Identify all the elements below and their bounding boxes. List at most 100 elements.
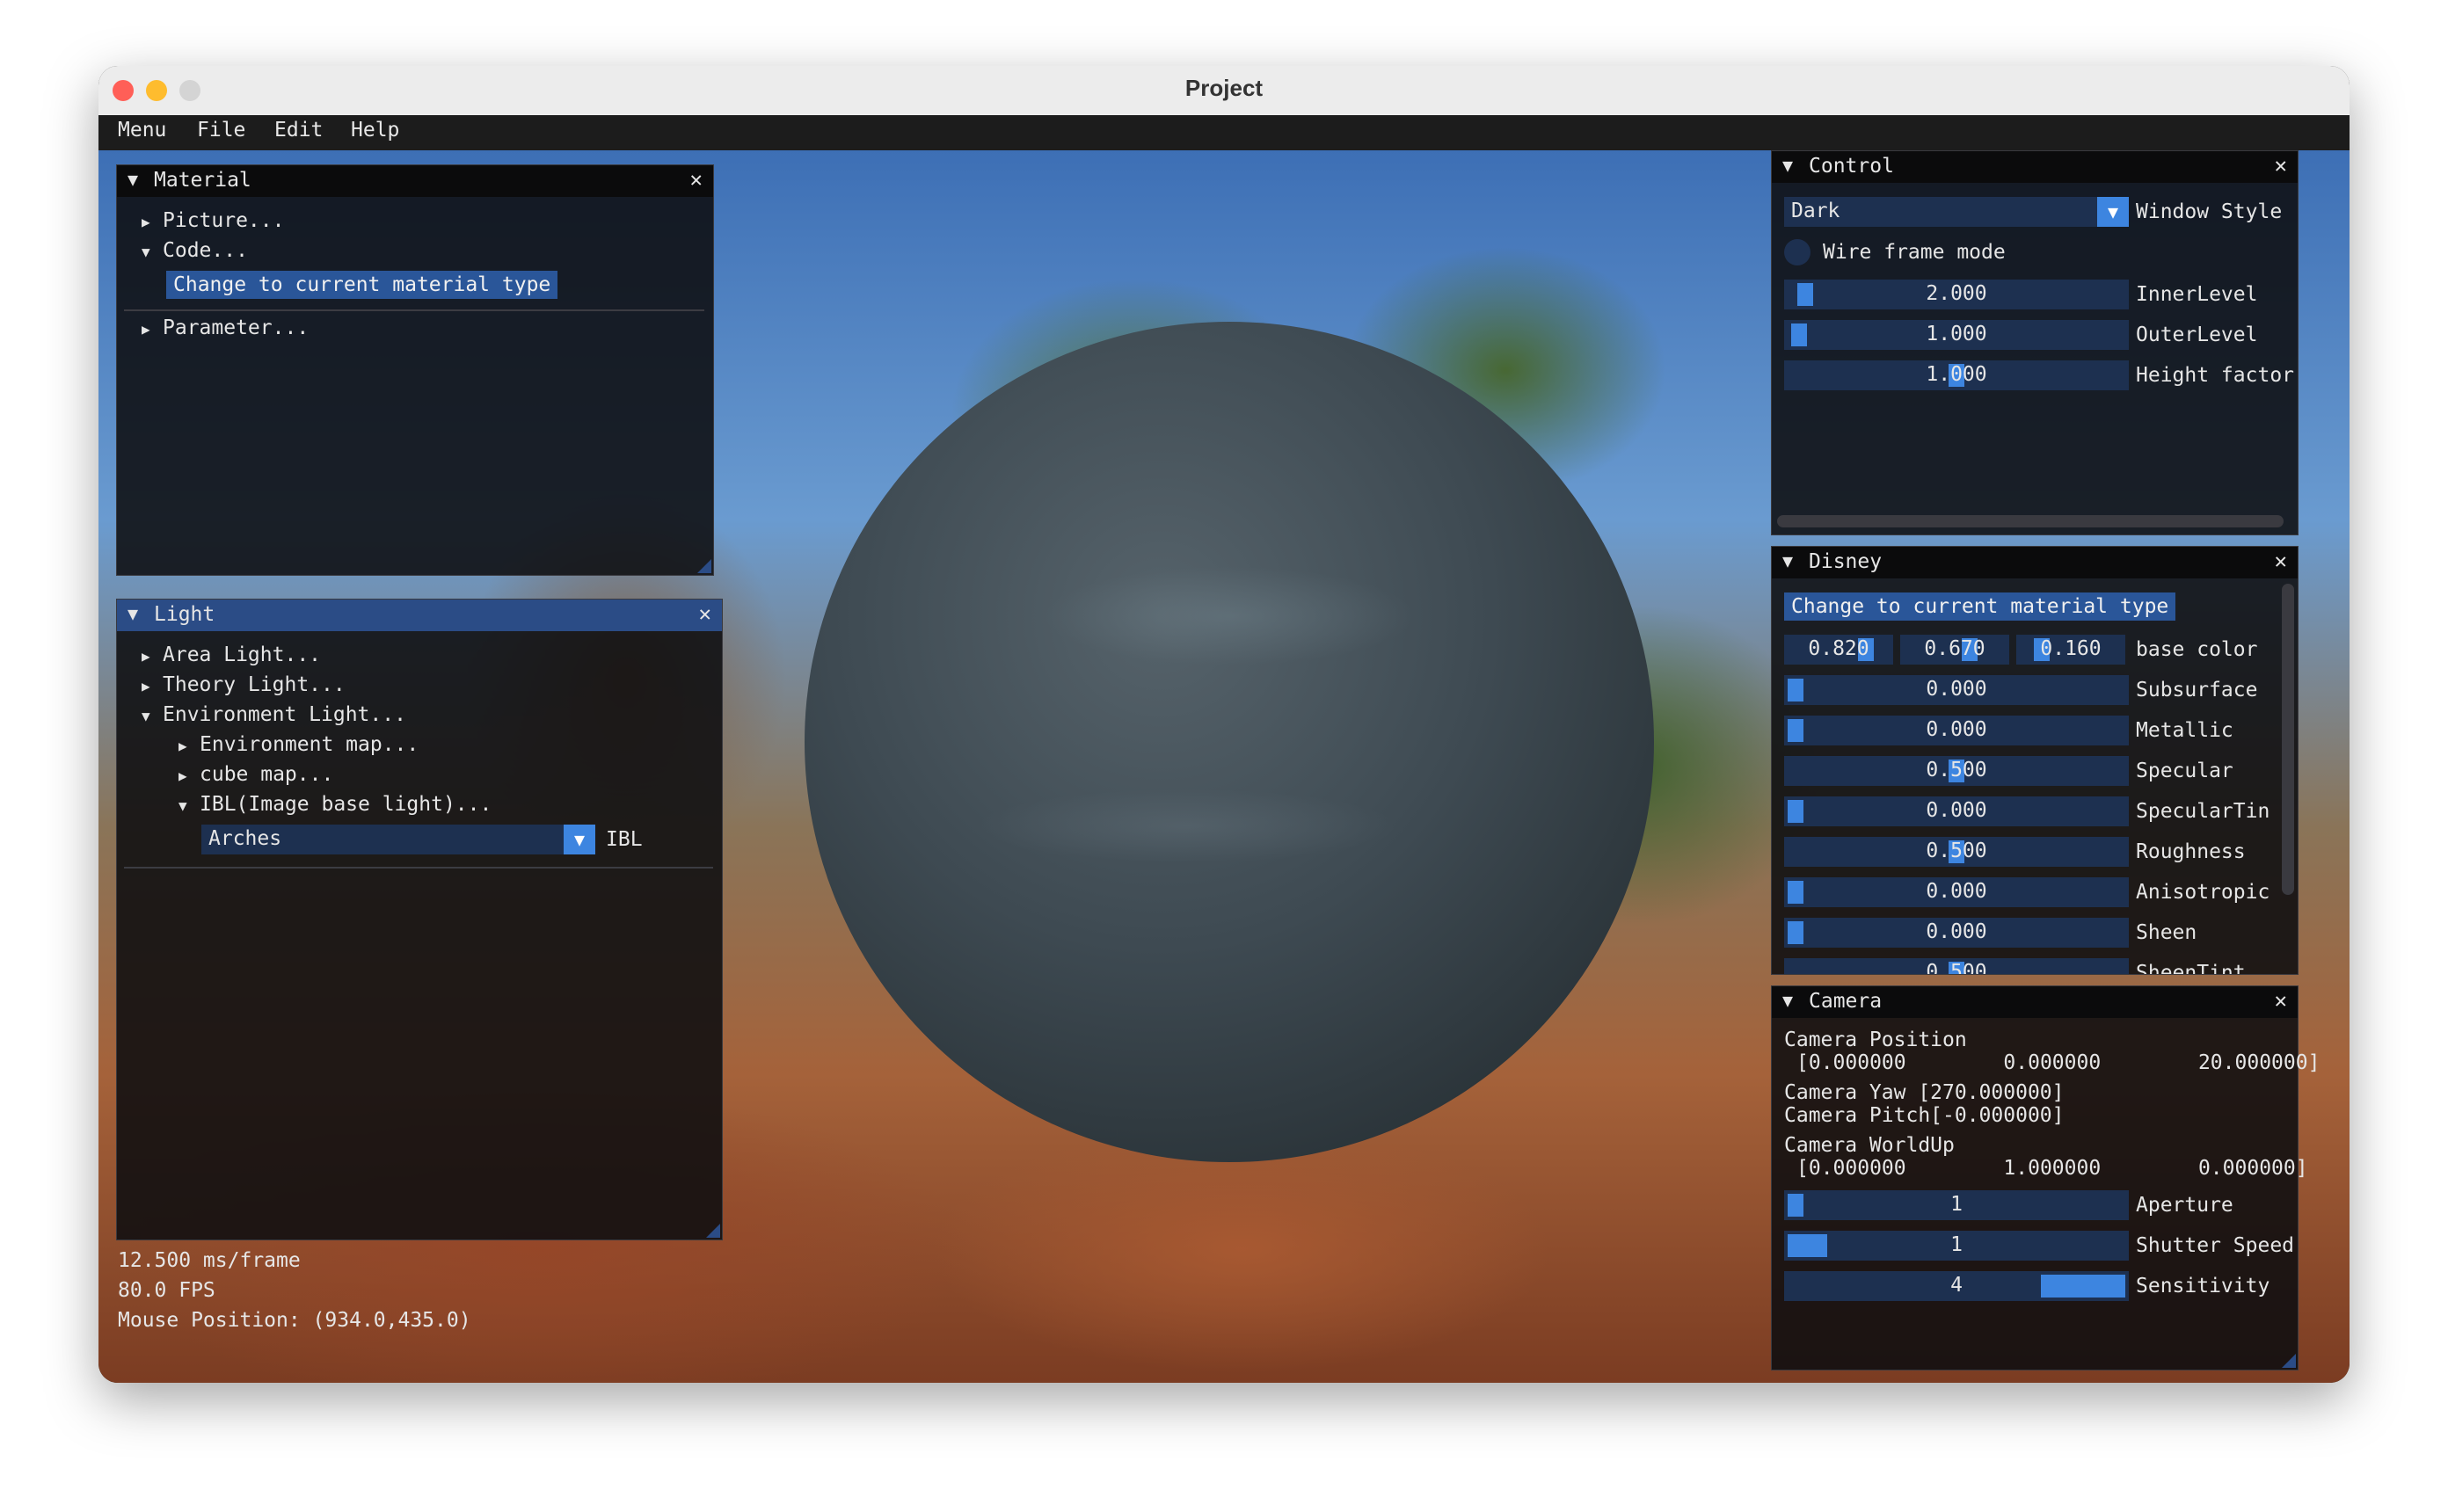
tree-node-picture[interactable]: ▶ Picture... [142,209,284,232]
tree-node-cube-map[interactable]: ▶ cube map... [178,763,333,786]
collapse-triangle-icon[interactable]: ▼ [128,169,138,190]
change-material-type-button[interactable]: Change to current material type [166,271,558,299]
close-icon[interactable]: ✕ [690,167,703,192]
ibl-select[interactable]: Arches ▼ [201,825,595,854]
panel-title: Light [154,603,215,626]
menu-edit[interactable]: Edit [274,119,323,142]
camera-worldup-values: [0.000000 1.000000 0.000000] [1796,1157,2308,1180]
render-viewport[interactable]: ▼ Material ✕ ▶ Picture... ▼ Code... Change… [98,150,2350,1383]
slider-specular[interactable]: 0.500 [1784,756,2129,786]
slider-value: 0.000 [1926,880,1987,903]
slider-anisotropic[interactable]: 0.000 [1784,877,2129,907]
slider-value: 1.000 [1926,323,1987,345]
close-icon[interactable]: ✕ [2275,549,2287,573]
slider-value: 0.000 [1926,920,1987,943]
tree-node-environment-map[interactable]: ▶ Environment map... [178,733,419,756]
collapse-triangle-icon[interactable]: ▼ [1782,550,1793,571]
panel-title: Camera [1809,990,1883,1013]
slider-metallic[interactable]: 0.000 [1784,716,2129,745]
title-bar: Project [98,66,2350,116]
disney-panel: ▼ Disney ✕ Change to current material ty… [1771,546,2299,975]
menu-file[interactable]: File [197,119,245,142]
slider-value: 0.820 [1808,637,1869,660]
panel-title: Disney [1809,550,1883,573]
slider-innerlevel[interactable]: 2.000 [1784,280,2129,309]
app-window: Project Menu File Edit Help ▼ Material ✕… [98,66,2350,1383]
panel-title: Material [154,169,251,192]
slider-sensitivity[interactable]: 4 [1784,1271,2129,1301]
window-title: Project [1184,75,1264,101]
slider-subsurface[interactable]: 0.000 [1784,675,2129,705]
window-style-select[interactable]: Dark ▼ [1784,197,2129,227]
tree-arrow-icon: ▼ [142,244,150,260]
separator [124,309,704,311]
control-panel-titlebar[interactable]: ▼ Control ✕ [1772,151,2298,183]
slider-label: OuterLevel [2136,323,2258,346]
slider-label: Specular [2136,760,2233,782]
slider-sheentint[interactable]: 0.500 [1784,958,2129,975]
ibl-label: IBL [606,828,643,851]
slider-label: Sheen [2136,921,2197,944]
tree-node-ibl[interactable]: ▼ IBL(Image base light)... [178,793,492,816]
horizontal-scrollbar[interactable] [1777,515,2284,527]
camera-panel-titlebar[interactable]: ▼ Camera ✕ [1772,986,2298,1018]
slider-label: Subsurface [2136,679,2258,701]
slider-aperture[interactable]: 1 [1784,1190,2129,1220]
slider-roughness[interactable]: 0.500 [1784,837,2129,867]
wireframe-label: Wire frame mode [1823,241,2006,264]
tree-node-code[interactable]: ▼ Code... [142,239,248,262]
slider-value: 0.500 [1926,961,1987,975]
change-material-type-button[interactable]: Change to current material type [1784,592,2176,621]
resize-grip[interactable] [2282,1354,2296,1368]
collapse-triangle-icon[interactable]: ▼ [1782,990,1793,1011]
chevron-down-icon[interactable]: ▼ [564,825,595,854]
collapse-triangle-icon[interactable]: ▼ [1782,155,1793,176]
slider-sheen[interactable]: 0.000 [1784,918,2129,948]
resize-grip[interactable] [697,559,711,573]
camera-worldup-label: Camera WorldUp [1784,1134,1955,1157]
light-panel-titlebar[interactable]: ▼ Light ✕ [117,600,722,631]
base-color-component-2[interactable]: 0.160 [2016,635,2125,665]
camera-position-values: [0.000000 0.000000 20.000000] [1796,1051,2320,1074]
tree-node-environment-light[interactable]: ▼ Environment Light... [142,703,406,726]
control-panel: ▼ Control ✕ Dark ▼ Window Style Wire fra… [1771,150,2299,535]
vertical-scrollbar[interactable] [2282,584,2294,895]
slider-outerlevel[interactable]: 1.000 [1784,320,2129,350]
close-icon[interactable]: ✕ [2275,153,2287,178]
slider-value: 0.500 [1926,759,1987,781]
menu-bar: Menu File Edit Help [98,115,2350,150]
slider-label: Anisotropic [2136,881,2270,904]
chevron-down-icon[interactable]: ▼ [2097,197,2129,227]
fps-text: 80.0 FPS [118,1279,215,1302]
material-panel-titlebar[interactable]: ▼ Material ✕ [117,165,713,197]
base-color-component-1[interactable]: 0.670 [1900,635,2009,665]
menu-menu[interactable]: Menu [118,119,166,142]
slider-value: 4 [1950,1274,1963,1297]
menu-help[interactable]: Help [351,119,399,142]
camera-panel: ▼ Camera ✕ Camera Position [0.000000 0.0… [1771,985,2320,1370]
slider-shutter-speed[interactable]: 1 [1784,1231,2129,1261]
slider-height-factor[interactable]: 1.000 [1784,360,2129,390]
separator [124,867,713,869]
tree-node-parameter[interactable]: ▶ Parameter... [142,316,309,339]
base-color-component-0[interactable]: 0.820 [1784,635,1893,665]
slider-label: Aperture [2136,1194,2233,1217]
slider-value: 0.160 [2040,637,2102,660]
slider-speculartin[interactable]: 0.000 [1784,796,2129,826]
tree-arrow-icon: ▼ [178,797,187,814]
resize-grip[interactable] [706,1224,720,1238]
close-icon[interactable]: ✕ [699,601,711,626]
tree-arrow-icon: ▼ [142,708,150,724]
slider-label: InnerLevel [2136,283,2258,306]
tree-node-area-light[interactable]: ▶ Area Light... [142,643,321,666]
collapse-triangle-icon[interactable]: ▼ [128,603,138,624]
disney-panel-titlebar[interactable]: ▼ Disney ✕ [1772,547,2298,578]
tree-arrow-icon: ▶ [142,321,150,338]
tree-node-theory-light[interactable]: ▶ Theory Light... [142,673,346,696]
base-color-label: base color [2136,638,2258,661]
close-icon[interactable]: ✕ [2275,988,2287,1013]
slider-label: Roughness [2136,840,2246,863]
slider-value: 1 [1950,1233,1963,1256]
wireframe-checkbox[interactable] [1784,239,1810,265]
slider-value: 0.500 [1926,840,1987,862]
